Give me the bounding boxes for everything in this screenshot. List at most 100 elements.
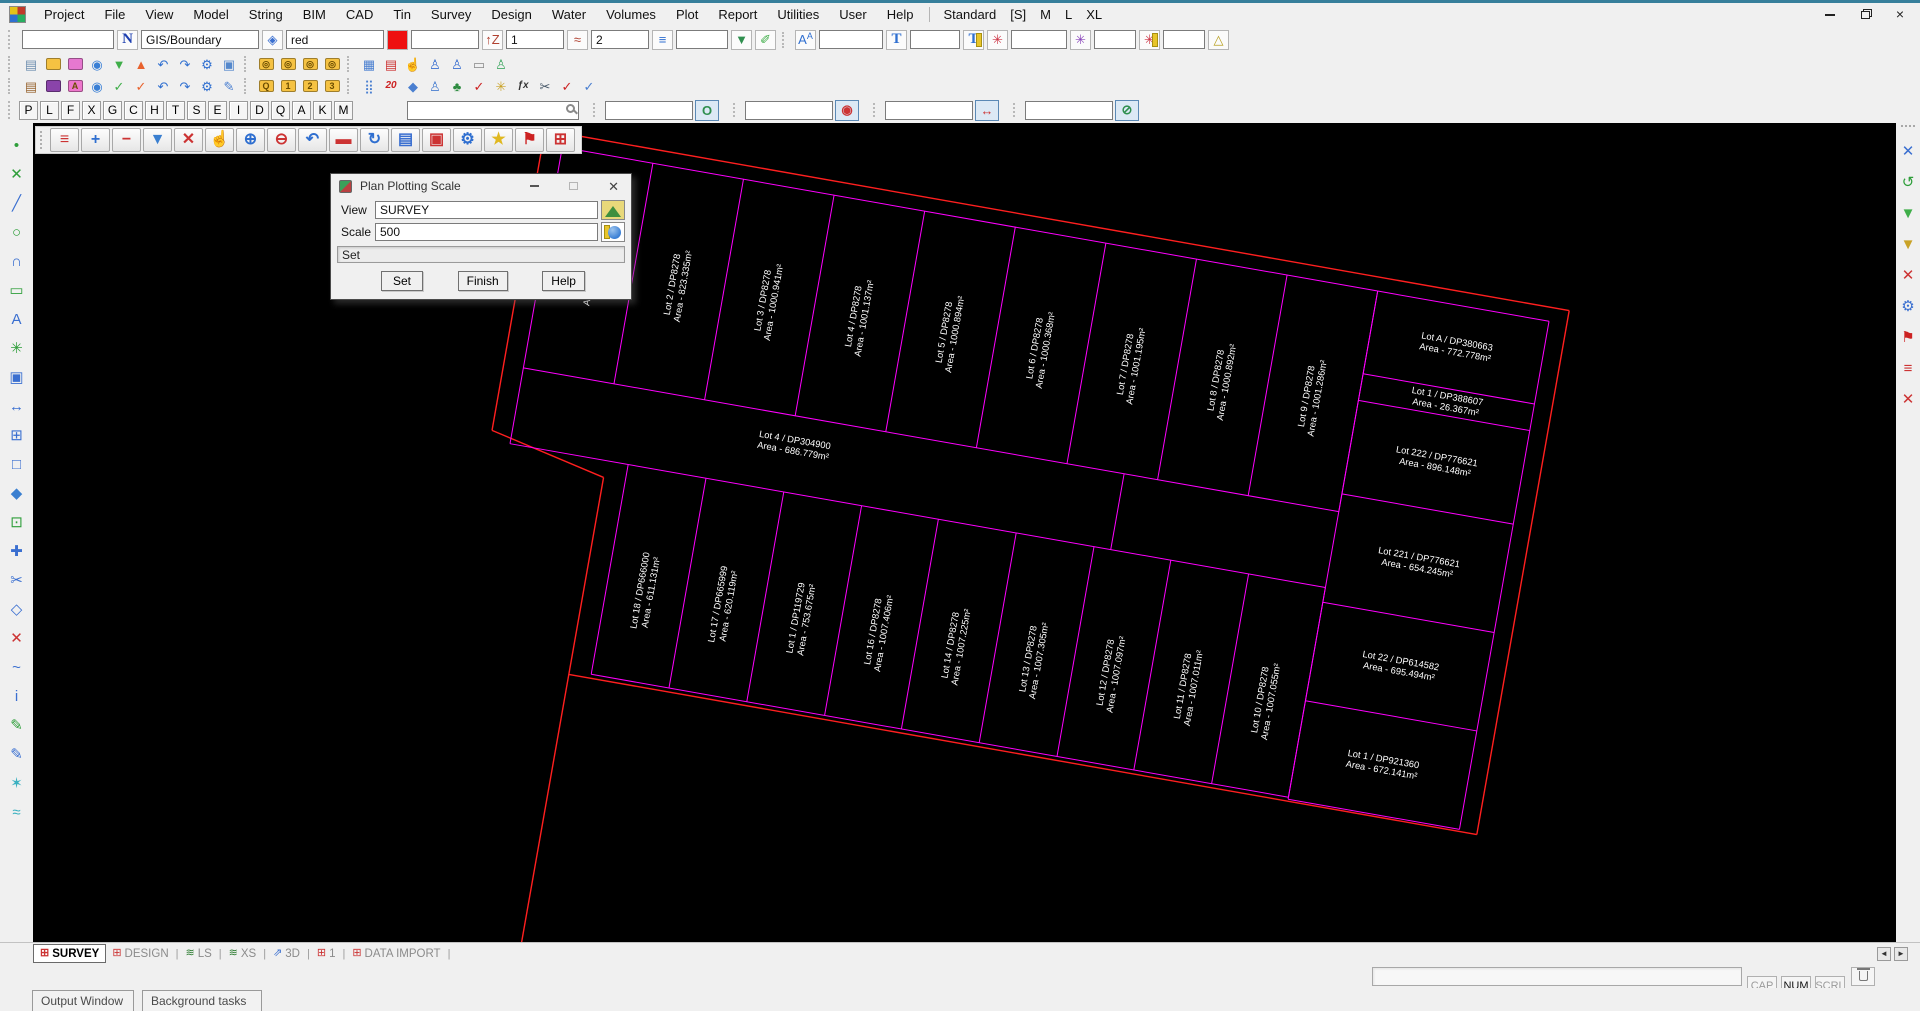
image-insert-icon[interactable]: ⊡ — [4, 508, 30, 537]
trim-icon[interactable]: ✂ — [4, 566, 30, 595]
angle-field-2[interactable] — [1094, 30, 1136, 49]
profile-xl[interactable]: XL — [1079, 7, 1109, 22]
zoom-plus-icon[interactable]: + — [81, 128, 110, 152]
snap-circle-icon[interactable]: ◉ — [835, 99, 859, 121]
text-style-icon[interactable]: AA — [795, 29, 816, 50]
weed-icon[interactable]: ≈ — [567, 29, 588, 50]
snap-value-field-4[interactable] — [1025, 100, 1113, 120]
snapshot-icon[interactable]: ▣ — [422, 128, 451, 152]
dropdown-icon[interactable]: ▼ — [731, 29, 752, 50]
snapshot-folder-icon-2[interactable]: ◎ — [278, 55, 298, 73]
snapshot-folder-icon-1[interactable]: ◎ — [256, 55, 276, 73]
z-field[interactable]: 1 — [506, 30, 564, 49]
snap-value-field-2[interactable] — [745, 100, 833, 120]
view-tab-1[interactable]: ⊞ 1 — [311, 944, 342, 963]
search-input[interactable] — [407, 100, 579, 120]
scissors-icon[interactable]: ✂ — [535, 77, 555, 95]
redo-icon[interactable]: ↷ — [175, 55, 195, 73]
colour-field[interactable]: red — [286, 30, 384, 49]
menu-model[interactable]: Model — [183, 3, 238, 26]
snap-button-x[interactable]: X — [82, 100, 101, 120]
tabs-scroll-left-icon[interactable]: ◄ — [1877, 946, 1891, 961]
survey-view-canvas[interactable]: Lot 1 / DP8278Area - 811.523m²Lot 2 / DP… — [33, 123, 1896, 942]
snap-button-f[interactable]: F — [61, 100, 80, 120]
tree-icon[interactable]: ♣ — [447, 77, 467, 95]
angle-icon-2[interactable]: ✳ — [1070, 29, 1091, 50]
z-value-icon[interactable]: ↑Z — [482, 29, 503, 50]
scale-input[interactable] — [375, 223, 598, 241]
check-red-icon[interactable]: ✓ — [469, 77, 489, 95]
menu-view[interactable]: View — [135, 3, 183, 26]
plot-icon[interactable]: ▤ — [391, 128, 420, 152]
tile-views-icon[interactable]: ▦ — [359, 55, 379, 73]
model-layers-icon[interactable]: ◈ — [262, 29, 283, 50]
help-button[interactable]: Help — [542, 271, 585, 291]
fit-view-icon[interactable]: ✕ — [174, 128, 203, 152]
model-field[interactable]: GIS/Boundary — [141, 30, 259, 49]
laptop-icon[interactable]: ▭ — [469, 55, 489, 73]
angle-field-3[interactable] — [1163, 30, 1205, 49]
world-icon[interactable]: ◉ — [87, 77, 107, 95]
restore-view-icon[interactable]: ↺ — [1895, 167, 1920, 198]
dialog-minimize-icon[interactable] — [530, 185, 540, 187]
snap-button-s[interactable]: S — [187, 100, 206, 120]
profile-s[interactable]: [S] — [1003, 7, 1033, 22]
globe-sync-icon[interactable]: ◉ — [87, 55, 107, 73]
snap-button-i[interactable]: I — [229, 100, 248, 120]
flag-icon[interactable]: ⚑ — [1895, 322, 1920, 353]
user-attribute-icon[interactable]: ♙ — [425, 77, 445, 95]
menu-plot[interactable]: Plot — [666, 3, 708, 26]
profile-l[interactable]: L — [1058, 7, 1079, 22]
folder-q-icon[interactable]: Q — [256, 77, 276, 95]
pan-icon[interactable]: ☝ — [205, 128, 234, 152]
folder-2-icon[interactable]: 2 — [300, 77, 320, 95]
close-red-icon[interactable]: ✕ — [1895, 384, 1920, 415]
undo-icon[interactable]: ↶ — [153, 55, 173, 73]
info-icon[interactable]: i — [4, 682, 30, 711]
snap-button-d[interactable]: D — [250, 100, 269, 120]
snapshot-folder-icon-3[interactable]: ◎ — [300, 55, 320, 73]
move-icon[interactable]: ✚ — [4, 537, 30, 566]
panel-tab-output-window[interactable]: Output Window — [32, 990, 134, 1011]
create-text-icon[interactable]: A — [4, 305, 30, 334]
measure-width-icon[interactable]: ↔ — [975, 99, 999, 121]
snap-button-e[interactable]: E — [208, 100, 227, 120]
create-symbol-icon[interactable]: ✳ — [4, 334, 30, 363]
selection-box-icon[interactable]: □ — [4, 450, 30, 479]
previous-view-icon[interactable]: ↶ — [298, 128, 327, 152]
snap-button-h[interactable]: H — [145, 100, 164, 120]
string-name-field[interactable] — [22, 30, 114, 49]
view-picker-icon[interactable] — [601, 200, 625, 220]
flower-icon[interactable]: ✳ — [491, 77, 511, 95]
import-icon[interactable]: ▼ — [109, 55, 129, 73]
menu-help[interactable]: Help — [877, 3, 924, 26]
view-tab-data-import[interactable]: ⊞ DATA IMPORT — [346, 944, 446, 963]
menu-cad[interactable]: CAD — [336, 3, 383, 26]
tabs-scroll-right-icon[interactable]: ► — [1894, 946, 1908, 961]
snap-button-p[interactable]: P — [19, 100, 38, 120]
share-settings-icon[interactable]: ⚙ — [1895, 291, 1920, 322]
create-point-icon[interactable]: • — [4, 131, 30, 160]
menu-user[interactable]: User — [829, 3, 876, 26]
menu-utilities[interactable]: Utilities — [767, 3, 829, 26]
edit-green-icon[interactable]: ✎ — [4, 711, 30, 740]
snap-button-g[interactable]: G — [103, 100, 122, 120]
restore-icon[interactable] — [1860, 10, 1870, 19]
view-menu-icon[interactable]: ≡ — [50, 128, 79, 152]
snap-button-m[interactable]: M — [334, 100, 353, 120]
smooth-icon[interactable]: ~ — [4, 653, 30, 682]
segments-icon[interactable]: ≡ — [1895, 353, 1920, 384]
vertex-icon[interactable]: ◇ — [4, 595, 30, 624]
snap-axis-icon[interactable]: ⊘ — [1115, 99, 1139, 121]
app-logo-icon[interactable] — [9, 6, 26, 23]
zoom-in-icon[interactable]: ⊕ — [236, 128, 265, 152]
close-icon[interactable]: × — [1896, 3, 1904, 26]
text-ruler-icon[interactable]: T — [963, 29, 984, 50]
grid-table-icon[interactable]: ⊞ — [4, 421, 30, 450]
screen-save-icon[interactable]: ▣ — [219, 55, 239, 73]
colour-swatch[interactable] — [387, 29, 408, 50]
dialog-maximize-icon[interactable] — [569, 182, 579, 190]
open-folder-icon[interactable] — [43, 55, 63, 73]
triangle-icon[interactable]: △ — [1208, 29, 1229, 50]
apply-orange-icon[interactable]: ✓ — [131, 77, 151, 95]
